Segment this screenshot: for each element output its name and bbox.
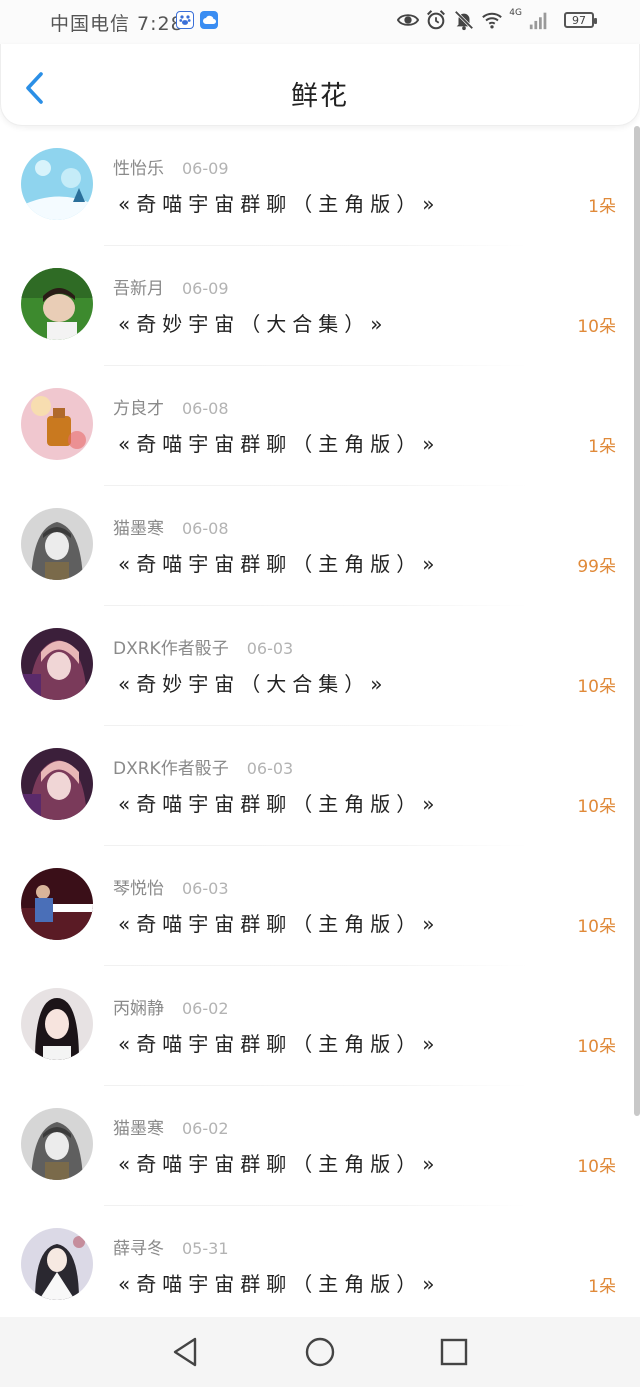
username[interactable]: 猫墨寒 bbox=[113, 519, 164, 539]
baidu-app-icon bbox=[176, 11, 194, 29]
gift-meta: DXRK作者骰子 06-03 bbox=[113, 754, 293, 779]
circle-home-icon[interactable] bbox=[302, 1334, 338, 1370]
work-title: «奇喵宇宙群聊（主角版）» bbox=[118, 432, 441, 456]
username[interactable]: 方良才 bbox=[113, 399, 164, 419]
avatar[interactable] bbox=[21, 508, 93, 580]
status-indicators: 4G bbox=[397, 8, 550, 31]
list-item[interactable]: 吾新月 06-09 «奇妙宇宙（大合集）» 10朵 bbox=[0, 246, 640, 366]
work-title: «奇妙宇宙（大合集）» bbox=[118, 312, 389, 336]
notification-icons bbox=[176, 11, 218, 29]
gift-date: 06-09 bbox=[182, 159, 229, 178]
avatar[interactable] bbox=[21, 868, 93, 940]
work-title: «奇妙宇宙（大合集）» bbox=[118, 672, 389, 696]
gift-meta: 丙娴静 06-02 bbox=[113, 994, 229, 1019]
gift-meta: 吾新月 06-09 bbox=[113, 274, 229, 299]
bell-off-icon bbox=[454, 10, 474, 31]
flower-count: 10朵 bbox=[577, 797, 616, 817]
list-item[interactable]: DXRK作者骰子 06-03 «奇喵宇宙群聊（主角版）» 10朵 bbox=[0, 726, 640, 846]
gift-meta: 猫墨寒 06-08 bbox=[113, 514, 229, 539]
avatar[interactable] bbox=[21, 148, 93, 220]
gift-date: 06-08 bbox=[182, 399, 229, 418]
username[interactable]: 吾新月 bbox=[113, 279, 164, 299]
avatar[interactable] bbox=[21, 748, 93, 820]
battery-level: 97 bbox=[572, 13, 586, 27]
page-title: 鲜花 bbox=[291, 81, 349, 112]
status-bar: 中国电信 7:28 4G 97 bbox=[0, 0, 640, 44]
gift-date: 06-08 bbox=[182, 519, 229, 538]
gift-date: 06-09 bbox=[182, 279, 229, 298]
username[interactable]: 性怡乐 bbox=[113, 159, 164, 179]
gift-meta: 薛寻冬 05-31 bbox=[113, 1234, 229, 1259]
flower-count: 1朵 bbox=[588, 197, 616, 217]
wifi-icon bbox=[482, 12, 503, 29]
gift-date: 06-02 bbox=[182, 1119, 229, 1138]
avatar[interactable] bbox=[21, 1108, 93, 1180]
gift-date: 05-31 bbox=[182, 1239, 229, 1258]
work-title: «奇喵宇宙群聊（主角版）» bbox=[118, 1032, 441, 1056]
gift-date: 06-03 bbox=[246, 639, 294, 658]
avatar[interactable] bbox=[21, 628, 93, 700]
gift-date: 06-02 bbox=[182, 999, 229, 1018]
list-item[interactable]: 性怡乐 06-09 «奇喵宇宙群聊（主角版）» 1朵 bbox=[0, 126, 640, 246]
network-type: 4G bbox=[509, 8, 522, 18]
flower-count: 10朵 bbox=[577, 677, 616, 697]
avatar[interactable] bbox=[21, 988, 93, 1060]
work-title: «奇喵宇宙群聊（主角版）» bbox=[118, 552, 441, 576]
username[interactable]: DXRK作者骰子 bbox=[113, 759, 229, 779]
avatar[interactable] bbox=[21, 1228, 93, 1300]
battery-indicator: 97 bbox=[564, 12, 597, 28]
flower-count: 10朵 bbox=[577, 317, 616, 337]
flower-count: 1朵 bbox=[588, 437, 616, 457]
signal-icon bbox=[529, 12, 547, 30]
flower-count: 10朵 bbox=[577, 1157, 616, 1177]
carrier-time: 中国电信 7:28 bbox=[50, 13, 184, 35]
system-nav-bar bbox=[0, 1317, 640, 1387]
gift-date: 06-03 bbox=[246, 759, 294, 778]
eye-icon bbox=[397, 14, 420, 26]
list-item[interactable]: 丙娴静 06-02 «奇喵宇宙群聊（主角版）» 10朵 bbox=[0, 966, 640, 1086]
flower-count: 1朵 bbox=[588, 1277, 616, 1297]
alarm-icon bbox=[427, 10, 446, 30]
username[interactable]: 琴悦怡 bbox=[113, 879, 164, 899]
scrollbar[interactable] bbox=[634, 126, 640, 1116]
gift-meta: 琴悦怡 06-03 bbox=[113, 874, 229, 899]
work-title: «奇喵宇宙群聊（主角版）» bbox=[118, 192, 441, 216]
username[interactable]: 丙娴静 bbox=[113, 999, 164, 1019]
list-item[interactable]: DXRK作者骰子 06-03 «奇妙宇宙（大合集）» 10朵 bbox=[0, 606, 640, 726]
username[interactable]: 猫墨寒 bbox=[113, 1119, 164, 1139]
work-title: «奇喵宇宙群聊（主角版）» bbox=[118, 912, 441, 936]
gift-date: 06-03 bbox=[182, 879, 229, 898]
work-title: «奇喵宇宙群聊（主角版）» bbox=[118, 1272, 441, 1296]
app-header: 鲜花 bbox=[0, 44, 640, 126]
work-title: «奇喵宇宙群聊（主角版）» bbox=[118, 792, 441, 816]
list-item[interactable]: 琴悦怡 06-03 «奇喵宇宙群聊（主角版）» 10朵 bbox=[0, 846, 640, 966]
gift-meta: DXRK作者骰子 06-03 bbox=[113, 634, 293, 659]
flower-count: 99朵 bbox=[577, 557, 616, 577]
gift-meta: 性怡乐 06-09 bbox=[113, 154, 229, 179]
list-item[interactable]: 猫墨寒 06-08 «奇喵宇宙群聊（主角版）» 99朵 bbox=[0, 486, 640, 606]
gift-meta: 方良才 06-08 bbox=[113, 394, 229, 419]
list-item[interactable]: 薛寻冬 05-31 «奇喵宇宙群聊（主角版）» 1朵 bbox=[0, 1206, 640, 1326]
work-title: «奇喵宇宙群聊（主角版）» bbox=[118, 1152, 441, 1176]
username[interactable]: 薛寻冬 bbox=[113, 1239, 164, 1259]
square-recents-icon[interactable] bbox=[436, 1334, 472, 1370]
avatar[interactable] bbox=[21, 268, 93, 340]
avatar[interactable] bbox=[21, 388, 93, 460]
flower-count: 10朵 bbox=[577, 917, 616, 937]
triangle-back-icon[interactable] bbox=[168, 1334, 204, 1370]
cloud-app-icon bbox=[200, 11, 218, 29]
gift-meta: 猫墨寒 06-02 bbox=[113, 1114, 229, 1139]
username[interactable]: DXRK作者骰子 bbox=[113, 639, 229, 659]
list-item[interactable]: 猫墨寒 06-02 «奇喵宇宙群聊（主角版）» 10朵 bbox=[0, 1086, 640, 1206]
flower-count: 10朵 bbox=[577, 1037, 616, 1057]
list-item[interactable]: 方良才 06-08 «奇喵宇宙群聊（主角版）» 1朵 bbox=[0, 366, 640, 486]
flower-gift-list: 性怡乐 06-09 «奇喵宇宙群聊（主角版）» 1朵 吾新月 06-09 «奇妙宇宙（大合集… bbox=[0, 126, 640, 1326]
